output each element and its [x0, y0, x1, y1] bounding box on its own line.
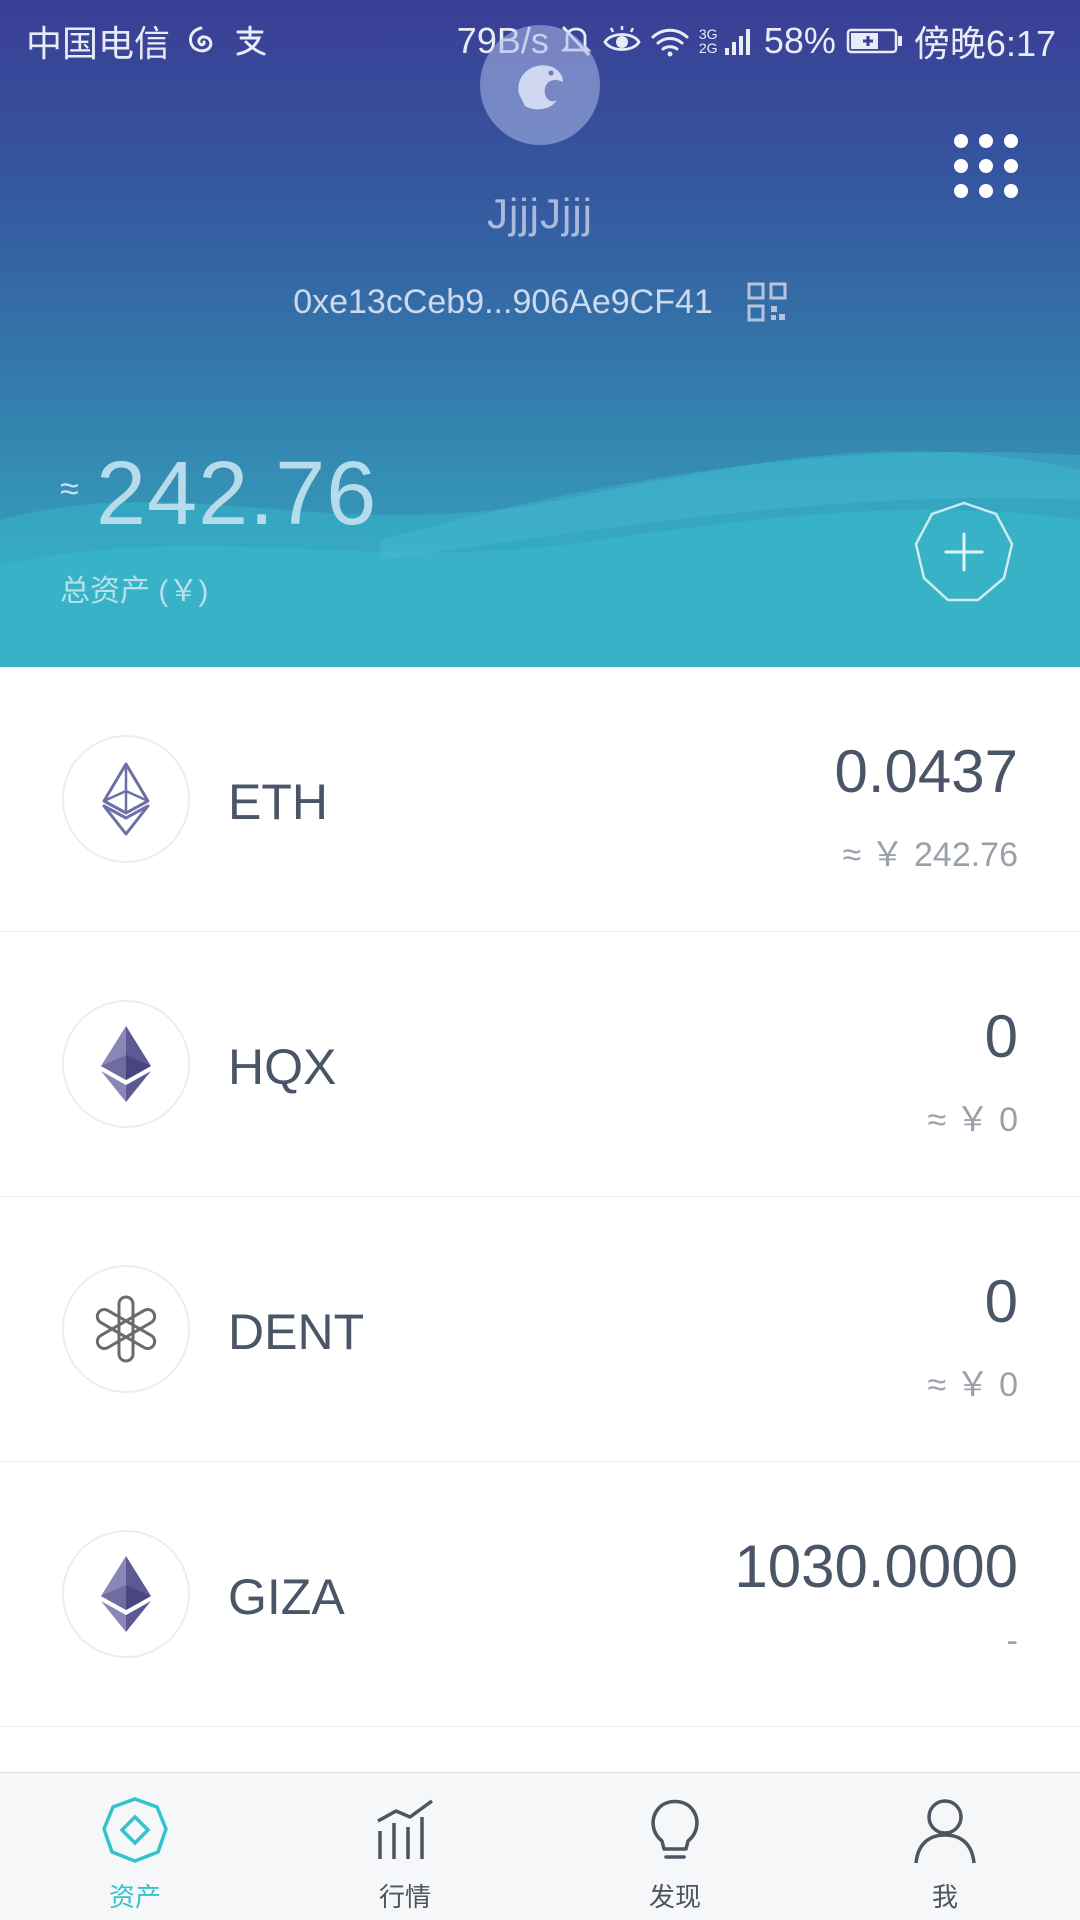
- token-logo: [62, 1265, 190, 1393]
- token-symbol: ETH: [228, 774, 328, 830]
- token-amount: 0.0437: [834, 738, 1018, 805]
- token-symbol: DENT: [228, 1304, 365, 1360]
- token-cny-value: -: [1006, 1622, 1018, 1660]
- grid-dot: [979, 159, 993, 173]
- nav-tab-market[interactable]: 行情: [270, 1773, 540, 1920]
- token-logo: [62, 735, 190, 863]
- octagon-plus-icon: [914, 501, 1014, 602]
- asset-row-hqx[interactable]: HQX 0 ≈ ￥ 0: [0, 932, 1080, 1197]
- token-cny-value: ≈ ￥ 0: [927, 1366, 1018, 1404]
- market-chart-icon: [370, 1795, 440, 1865]
- eye-comfort-icon: [603, 21, 641, 61]
- eth-outline-icon: [102, 762, 150, 836]
- token-symbol: HQX: [228, 1039, 337, 1095]
- bottom-nav: 资产 行情 发现 我: [0, 1772, 1080, 1920]
- cellular-signal-icon: 3G 2G: [699, 21, 754, 61]
- app-root: 中国电信 79B/s 3G: [0, 0, 1080, 1920]
- grid-dot: [1004, 134, 1018, 148]
- total-assets-label: 总资产 (￥): [60, 575, 209, 608]
- nav-tab-assets[interactable]: 资产: [0, 1773, 270, 1920]
- wallet-header: 中国电信 79B/s 3G: [0, 0, 1080, 667]
- wallet-avatar[interactable]: [480, 25, 600, 145]
- profile-icon: [910, 1795, 980, 1865]
- grid-dot: [954, 134, 968, 148]
- token-symbol: GIZA: [228, 1569, 345, 1625]
- lightbulb-icon: [640, 1795, 710, 1865]
- nav-label: 资产: [108, 1882, 161, 1912]
- grid-dot: [1004, 159, 1018, 173]
- asset-row-dent[interactable]: DENT 0 ≈ ￥ 0: [0, 1197, 1080, 1462]
- netease-cloud-icon: [184, 21, 218, 61]
- eth-diamond-icon: [101, 1556, 151, 1632]
- token-amount: 0: [984, 1003, 1018, 1070]
- dolphin-icon: [518, 65, 563, 110]
- token-amount: 0: [984, 1268, 1018, 1335]
- wallet-name[interactable]: JjjjJjjj: [0, 190, 1080, 238]
- wifi-icon: [651, 21, 689, 61]
- asset-row-eth[interactable]: ETH 0.0437 ≈ ￥ 242.76: [0, 667, 1080, 932]
- battery-percent: 58%: [763, 20, 836, 61]
- nav-tab-me[interactable]: 我: [810, 1773, 1080, 1920]
- assets-icon: [100, 1795, 170, 1865]
- network-type-label: 3G 2G: [698, 26, 718, 56]
- add-asset-button[interactable]: [912, 500, 1016, 604]
- total-approx-symbol: ≈: [60, 470, 79, 508]
- nav-label: 行情: [378, 1882, 431, 1912]
- token-cny-value: ≈ ￥ 0: [927, 1101, 1018, 1139]
- token-cny-value: ≈ ￥ 242.76: [842, 836, 1018, 874]
- app-grid-menu-button[interactable]: [954, 134, 1018, 198]
- clock: 傍晚6:17: [913, 23, 1056, 64]
- nav-tab-discover[interactable]: 发现: [540, 1773, 810, 1920]
- nav-label: 发现: [648, 1882, 701, 1912]
- eth-diamond-icon: [101, 1026, 151, 1102]
- carrier-label: 中国电信: [26, 23, 171, 64]
- dent-icon: [95, 1295, 157, 1363]
- alipay-icon: [232, 21, 268, 61]
- asset-row-giza[interactable]: GIZA 1030.0000 -: [0, 1462, 1080, 1727]
- wallet-address-row: 0xe13cCeb9...906Ae9CF41: [0, 278, 1080, 326]
- nav-label: 我: [931, 1882, 958, 1912]
- asset-list: ETH 0.0437 ≈ ￥ 242.76 HQX 0 ≈ ￥ 0 DENT 0…: [0, 667, 1080, 1727]
- wallet-address[interactable]: 0xe13cCeb9...906Ae9CF41: [293, 283, 713, 322]
- token-logo: [62, 1000, 190, 1128]
- grid-dot: [979, 134, 993, 148]
- grid-dot: [954, 159, 968, 173]
- token-amount: 1030.0000: [734, 1533, 1018, 1600]
- battery-charging-icon: [846, 21, 904, 61]
- token-logo: [62, 1530, 190, 1658]
- qr-code-icon[interactable]: [747, 282, 787, 322]
- total-assets-value: 242.76: [96, 444, 378, 544]
